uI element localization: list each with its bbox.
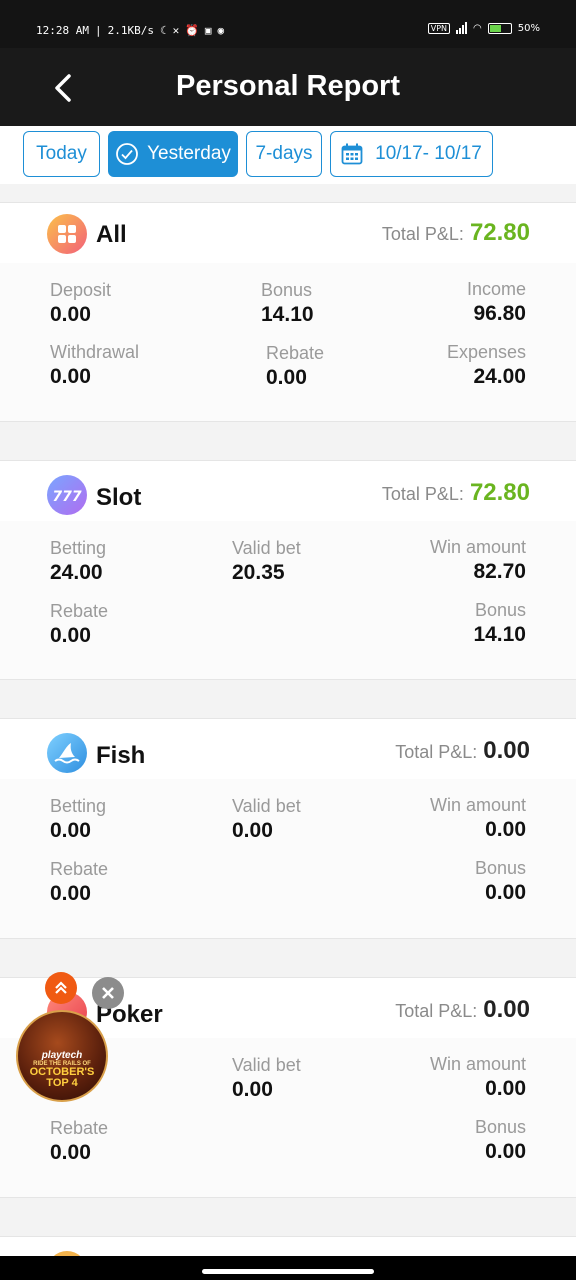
network-speed: 2.1KB/s xyxy=(107,24,154,37)
total-pl-label: Total P&L: xyxy=(395,1001,478,1021)
category-name: Fish xyxy=(96,742,146,769)
signal-icon xyxy=(456,22,468,34)
scroll-top-button[interactable] xyxy=(45,972,77,1004)
stat-rebate: Rebate 0.00 xyxy=(50,601,109,647)
stat-win-amount: Win amount 0.00 xyxy=(429,795,526,841)
app-bar: Personal Report xyxy=(0,48,576,126)
category-name: Slot xyxy=(96,484,142,511)
check-circle-icon xyxy=(116,143,138,165)
home-indicator[interactable] xyxy=(202,1269,374,1274)
filter-label: 7-days xyxy=(255,143,313,164)
wifi-icon: ◠ xyxy=(473,22,482,34)
stat-deposit: Deposit 0.00 xyxy=(50,280,112,326)
system-nav-bar xyxy=(0,1256,576,1280)
filter-date-range[interactable]: 10/17- 10/17 xyxy=(330,131,493,177)
card-header: All Total P&L: 72.80 xyxy=(0,203,576,263)
total-pl-value: 0.00 xyxy=(483,737,530,764)
total-pl-value: 72.80 xyxy=(469,479,530,506)
stat-valid-bet: Valid bet 0.00 xyxy=(232,796,301,842)
stat-income: Income 96.80 xyxy=(466,279,526,325)
filter-today[interactable]: Today xyxy=(23,131,100,177)
status-time: 12:28 AM xyxy=(36,24,89,37)
promo-line3: TOP 4 xyxy=(46,1077,78,1089)
app-notification-icon: ◉ xyxy=(217,24,225,37)
total-pl: Total P&L: 72.80 xyxy=(382,219,530,247)
floating-promo: playtech RIDE THE RAILS OF OCTOBER'S TOP… xyxy=(16,972,128,1102)
status-bar: 12:28 AM | 2.1KB/s ☾ ✕ ⏰ ▣ ◉ VPN ◠ 50% xyxy=(0,0,576,48)
shark-icon xyxy=(47,733,87,773)
report-card-fish: Fish Total P&L: 0.00 Betting 0.00 Valid b… xyxy=(0,718,576,939)
card-header: 777 Slot Total P&L: 72.80 xyxy=(0,461,576,521)
total-pl-label: Total P&L: xyxy=(381,484,464,504)
report-card-all: All Total P&L: 72.80 Deposit 0.00 Bonus 14… xyxy=(0,202,576,422)
stat-bonus: Bonus 14.10 xyxy=(473,600,526,646)
filter-yesterday[interactable]: Yesterday xyxy=(108,131,238,177)
page-title: Personal Report xyxy=(176,70,400,102)
stat-win-amount: Win amount 82.70 xyxy=(429,537,526,583)
slot-777-icon: 777 xyxy=(47,475,87,515)
svg-text:777: 777 xyxy=(52,489,81,505)
stat-betting: Betting 24.00 xyxy=(50,538,107,584)
total-pl-label: Total P&L: xyxy=(395,742,478,762)
total-pl-value: 72.80 xyxy=(469,219,530,246)
promo-brand: playtech xyxy=(41,1050,83,1061)
stat-valid-bet: Valid bet 20.35 xyxy=(232,538,301,584)
card-header: Fish Total P&L: 0.00 xyxy=(0,719,576,779)
stat-betting: Betting 0.00 xyxy=(50,796,107,842)
stat-bonus: Bonus 0.00 xyxy=(474,858,526,904)
filter-label: Yesterday xyxy=(147,143,231,164)
vpn-badge: VPN xyxy=(427,22,451,34)
close-icon xyxy=(102,987,114,999)
stat-rebate: Rebate 0.00 xyxy=(50,1118,109,1164)
grid-icon xyxy=(47,214,87,254)
total-pl-value: 0.00 xyxy=(483,996,530,1023)
total-pl: Total P&L: 0.00 xyxy=(395,737,530,765)
stat-rebate: Rebate 0.00 xyxy=(266,343,325,389)
filter-label: 10/17- 10/17 xyxy=(375,143,482,164)
promo-close-button[interactable] xyxy=(92,977,124,1009)
moon-icon: ☾ xyxy=(159,24,167,37)
double-chevron-up-icon xyxy=(55,981,67,994)
report-card-slot: 777 Slot Total P&L: 72.80 Betting 24.00 V… xyxy=(0,460,576,680)
total-pl: Total P&L: 72.80 xyxy=(382,479,530,507)
battery-level: 50% xyxy=(517,22,540,34)
nfc-icon: ▣ xyxy=(204,24,212,37)
stat-bonus: Bonus 0.00 xyxy=(474,1117,526,1163)
promo-banner[interactable]: playtech RIDE THE RAILS OF OCTOBER'S TOP… xyxy=(16,1010,108,1102)
filter-7-days[interactable]: 7-days xyxy=(246,131,322,177)
stat-valid-bet: Valid bet 0.00 xyxy=(232,1055,301,1101)
total-pl: Total P&L: 0.00 xyxy=(395,996,530,1024)
calendar-icon xyxy=(341,143,363,165)
stat-win-amount: Win amount 0.00 xyxy=(429,1054,526,1100)
category-name: All xyxy=(96,221,127,248)
date-filter-bar: Today Yesterday 7-days 10/17- 10/17 xyxy=(0,126,576,184)
stat-rebate: Rebate 0.00 xyxy=(50,859,109,905)
stat-expenses: Expenses 24.00 xyxy=(446,342,526,388)
alarm-icon: ⏰ xyxy=(185,24,199,37)
mute-icon: ✕ xyxy=(172,24,180,37)
stat-withdrawal: Withdrawal 0.00 xyxy=(50,342,140,388)
battery-icon xyxy=(487,22,512,34)
filter-label: Today xyxy=(36,143,87,164)
stat-bonus: Bonus 14.10 xyxy=(261,280,314,326)
total-pl-label: Total P&L: xyxy=(381,224,464,244)
